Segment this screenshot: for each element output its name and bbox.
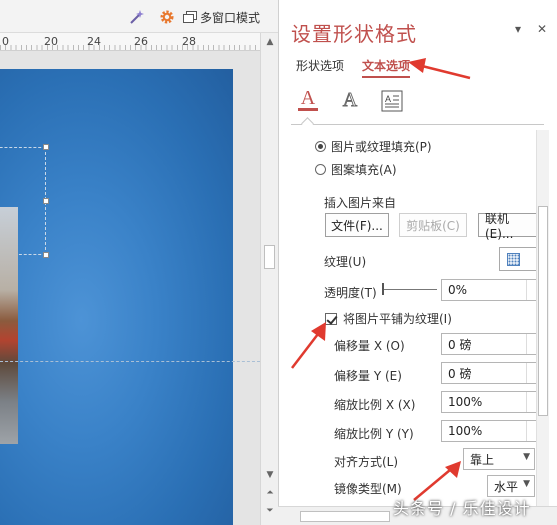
pattern-fill-option[interactable]: 图案填充(A) [315, 161, 397, 178]
top-toolbar: 多窗口模式 [0, 0, 278, 33]
offset-x-label: 偏移量 X (O) [334, 339, 405, 353]
svg-text:A: A [301, 87, 316, 109]
radio-selected-icon[interactable] [315, 141, 326, 152]
checkbox-checked-icon[interactable] [325, 312, 337, 325]
tile-picture-option[interactable]: 将图片平铺为纹理(I) [325, 310, 452, 327]
pane-options-dropdown-icon[interactable]: ▾ [515, 22, 521, 36]
text-effects-icon: A [342, 89, 358, 112]
alignment-value: 靠上 [470, 452, 495, 467]
pane-scroll-thumb[interactable] [538, 206, 548, 416]
gear-icon [160, 10, 174, 24]
format-shape-pane: 设置形状格式 ▾ ✕ 形状选项 文本选项 A A A 图片或纹理填充(P) 图案… [278, 0, 557, 525]
scale-x-input[interactable]: 100% [441, 391, 537, 413]
texture-picker[interactable] [499, 247, 537, 271]
text-fill-icon: A [298, 87, 318, 111]
magic-wand-icon [130, 10, 144, 24]
scale-y-input[interactable]: 100% [441, 420, 537, 442]
textbox-button[interactable]: A [380, 86, 404, 112]
pane-close-icon[interactable]: ✕ [537, 22, 547, 36]
slide[interactable] [0, 69, 233, 525]
section-caret-icon [301, 117, 314, 130]
insert-from-label: 插入图片来自 [324, 196, 397, 210]
offset-y-label: 偏移量 Y (E) [334, 369, 402, 383]
tab-shape-options[interactable]: 形状选项 [296, 57, 344, 78]
scale-x-value: 100% [448, 395, 483, 409]
mirror-type-dropdown[interactable]: 水平 ▼ [487, 475, 535, 497]
multi-window-label: 多窗口模式 [200, 10, 261, 25]
transparency-input[interactable]: 0% [441, 279, 537, 301]
document-vertical-scrollbar[interactable]: ▲ ▼ ⏶ ⏷ [260, 33, 278, 525]
tab-text-options[interactable]: 文本选项 [362, 57, 411, 78]
scroll-thumb[interactable] [264, 245, 275, 269]
text-effects-button[interactable]: A [338, 86, 362, 112]
transparency-label: 透明度(T) [324, 286, 377, 300]
mirror-type-label: 镜像类型(M) [334, 482, 402, 496]
pane-title: 设置形状格式 [291, 22, 417, 46]
resize-handle[interactable] [43, 198, 49, 204]
previous-page-icon[interactable]: ⏶ [264, 487, 276, 499]
magic-wand-button[interactable] [126, 7, 148, 27]
ruler-ticks [0, 45, 260, 50]
transparency-value: 0% [448, 283, 468, 297]
texture-label: 纹理(U) [324, 255, 367, 269]
document-area: 多窗口模式 0 20 24 26 28 ▲ ▼ ⏶ ⏷ [0, 0, 278, 525]
text-fill-button[interactable]: A [296, 86, 320, 112]
file-button[interactable]: 文件(F)... [325, 213, 389, 237]
transparency-slider[interactable] [382, 289, 437, 290]
spinner-icon[interactable] [526, 421, 536, 441]
radio-unselected-icon[interactable] [315, 164, 326, 175]
chevron-down-icon: ▼ [523, 452, 530, 462]
windows-icon [183, 11, 197, 23]
alignment-label: 对齐方式(L) [334, 455, 399, 469]
transparency-slider-thumb[interactable] [382, 283, 384, 295]
spinner-icon[interactable] [526, 280, 536, 300]
spinner-icon[interactable] [526, 363, 536, 383]
settings-button[interactable] [156, 7, 178, 27]
picture-texture-fill-option[interactable]: 图片或纹理填充(P) [315, 138, 432, 155]
scroll-up-arrow-icon[interactable]: ▲ [264, 36, 276, 48]
slide-photo[interactable] [0, 207, 18, 444]
multi-window-button[interactable]: 多窗口模式 [183, 7, 260, 27]
section-divider [291, 124, 544, 125]
svg-text:A: A [343, 89, 358, 111]
online-button[interactable]: 联机(E)... [478, 212, 538, 241]
resize-handle[interactable] [43, 252, 49, 258]
scale-y-value: 100% [448, 424, 483, 438]
option-label: 图片或纹理填充(P) [331, 140, 432, 154]
scroll-down-arrow-icon[interactable]: ▼ [264, 469, 276, 481]
pane-vertical-scrollbar[interactable] [536, 130, 549, 525]
offset-y-value: 0 磅 [448, 366, 472, 381]
offset-x-input[interactable]: 0 磅 [441, 333, 537, 355]
texture-swatch-icon [507, 252, 520, 266]
resize-handle[interactable] [43, 144, 49, 150]
watermark: 头条号 / 乐佳设计 [393, 499, 531, 518]
alignment-dropdown[interactable]: 靠上 ▼ [463, 448, 535, 470]
horizontal-ruler: 0 20 24 26 28 [0, 33, 260, 51]
smart-guide-line [0, 361, 260, 362]
spinner-icon[interactable] [526, 392, 536, 412]
spinner-icon[interactable] [526, 334, 536, 354]
option-label: 图案填充(A) [331, 163, 397, 177]
textbox-icon: A [381, 90, 403, 112]
mirror-type-value: 水平 [494, 479, 519, 494]
scale-x-label: 缩放比例 X (X) [334, 398, 416, 412]
text-option-icons: A A A [296, 86, 404, 112]
offset-x-value: 0 磅 [448, 337, 472, 352]
horizontal-scroll-thumb[interactable] [300, 511, 390, 522]
offset-y-input[interactable]: 0 磅 [441, 362, 537, 384]
clipboard-button[interactable]: 剪贴板(C) [399, 213, 467, 237]
chevron-down-icon: ▼ [523, 479, 530, 489]
next-page-icon[interactable]: ⏷ [264, 505, 276, 517]
tile-picture-label: 将图片平铺为纹理(I) [343, 312, 452, 326]
pane-tabs: 形状选项 文本选项 [296, 57, 411, 78]
svg-text:A: A [385, 94, 391, 104]
scale-y-label: 缩放比例 Y (Y) [334, 427, 414, 441]
